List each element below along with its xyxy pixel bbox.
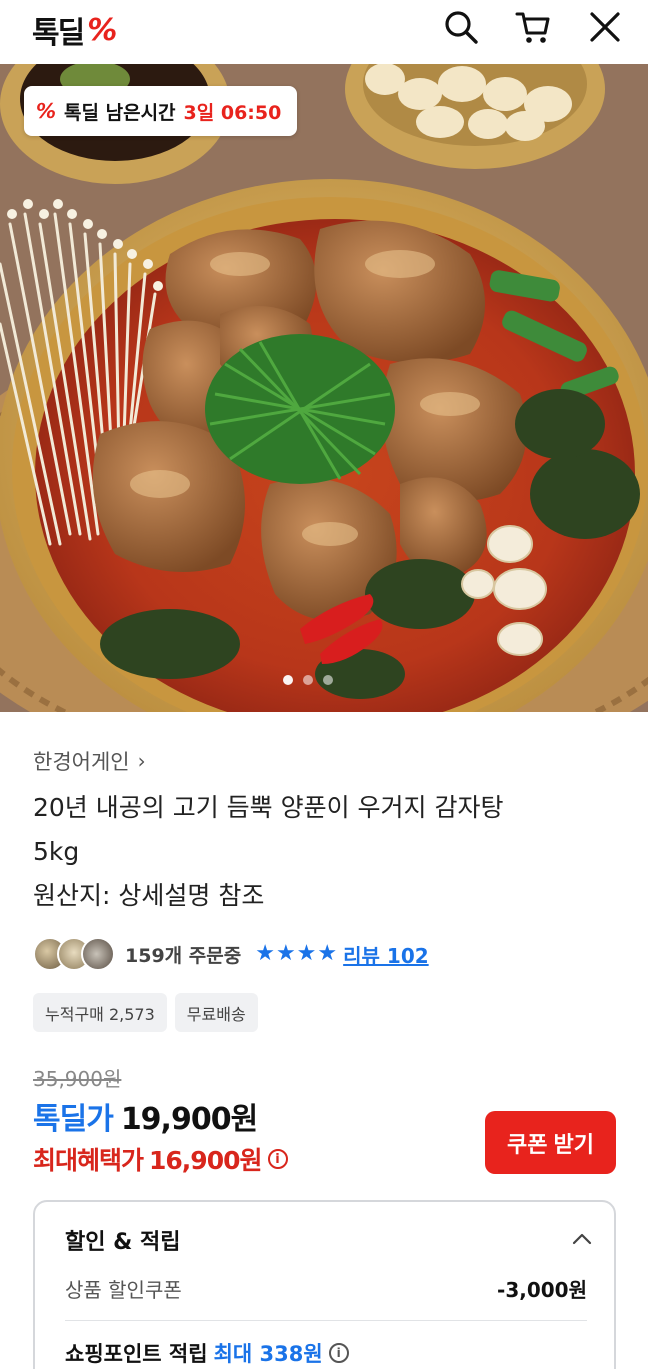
product-tags: 누적구매 2,573 무료배송 — [33, 993, 258, 1032]
star-icon: ★ — [296, 941, 317, 966]
carousel-dot[interactable] — [283, 675, 293, 685]
discount-rewards-panel: 할인 & 적립 상품 할인쿠폰 -3,000원 쇼핑포인트 적립 최대 338원… — [33, 1200, 616, 1369]
product-photo — [0, 64, 648, 712]
star-icon: ★ — [275, 941, 296, 966]
chevron-up-icon[interactable] — [571, 1230, 593, 1246]
max-benefit-price-row: 최대혜택가 16,900원 i — [33, 1141, 288, 1177]
coupon-amount: -3,000원 — [497, 1278, 587, 1302]
shopping-points-row: 쇼핑포인트 적립 최대 338원 i — [65, 1338, 349, 1368]
chevron-right-icon: › — [137, 749, 146, 773]
star-icon: ★ — [317, 941, 338, 966]
seller-link[interactable]: 한경어게인 › — [33, 746, 146, 776]
deal-timer-label: 톡딜 남은시간 — [64, 101, 176, 124]
coupon-label: 상품 할인쿠폰 — [65, 1278, 182, 1302]
tokdeal-logo[interactable]: 톡딜 % — [32, 8, 117, 52]
star-icon: ★ — [255, 941, 275, 966]
top-header: 톡딜 % — [0, 0, 648, 58]
info-icon[interactable]: i — [267, 1149, 288, 1169]
carousel-dot[interactable] — [303, 675, 313, 685]
deal-price-value: 19,900원 — [120, 1102, 258, 1137]
product-origin: 원산지: 상세설명 참조 — [33, 881, 265, 910]
tag-cumulative-purchases: 누적구매 2,573 — [33, 993, 167, 1032]
product-title-line: 5kg — [33, 837, 80, 866]
deal-timer-badge: % 톡딜 남은시간 3일 06:50 — [24, 86, 298, 136]
product-title-line: 20년 내공의 고기 듬뿍 양푼이 우거지 감자탕 — [33, 793, 504, 822]
carousel-dot[interactable] — [323, 675, 333, 685]
avatar — [81, 937, 115, 971]
points-amount: 최대 338원 — [213, 1342, 323, 1366]
carousel-indicator — [283, 675, 333, 685]
logo-text: 톡딜 — [32, 16, 85, 51]
seller-name: 한경어게인 — [33, 750, 130, 774]
deal-price-label: 톡딜가 — [33, 1102, 114, 1137]
cart-icon[interactable] — [514, 8, 552, 46]
original-price: 35,900원 — [33, 1067, 122, 1091]
discount-panel-heading: 할인 & 적립 — [65, 1230, 181, 1255]
points-label: 쇼핑포인트 적립 — [65, 1342, 208, 1366]
get-coupon-button[interactable]: 쿠폰 받기 — [485, 1111, 616, 1174]
product-discount-coupon-row: 상품 할인쿠폰 -3,000원 — [65, 1274, 587, 1303]
info-icon[interactable]: i — [328, 1343, 349, 1363]
close-icon[interactable] — [586, 8, 624, 46]
review-link[interactable]: 리뷰 102 — [343, 940, 429, 969]
orders-count: 159개 주문중 — [125, 944, 242, 967]
buyer-avatars — [33, 937, 115, 971]
logo-percent-mark: % — [87, 12, 118, 48]
deal-percent-icon: % — [36, 99, 57, 123]
rating-stars: ★ ★ ★ ★ — [255, 943, 337, 965]
divider — [65, 1320, 587, 1321]
max-benefit-label: 최대혜택가 — [33, 1146, 144, 1175]
product-title: 20년 내공의 고기 듬뿍 양푼이 우거지 감자탕 5kg 원산지: 상세설명 … — [33, 786, 613, 918]
orders-rating-row: 159개 주문중 ★ ★ ★ ★ 리뷰 102 — [33, 936, 429, 972]
tag-free-shipping: 무료배송 — [174, 993, 258, 1032]
deal-price-row: 톡딜가 19,900원 — [33, 1094, 258, 1138]
search-icon[interactable] — [442, 8, 480, 46]
deal-timer-value: 3일 06:50 — [183, 101, 282, 124]
max-benefit-value: 16,900원 — [149, 1146, 262, 1175]
product-image-carousel[interactable] — [0, 64, 648, 712]
